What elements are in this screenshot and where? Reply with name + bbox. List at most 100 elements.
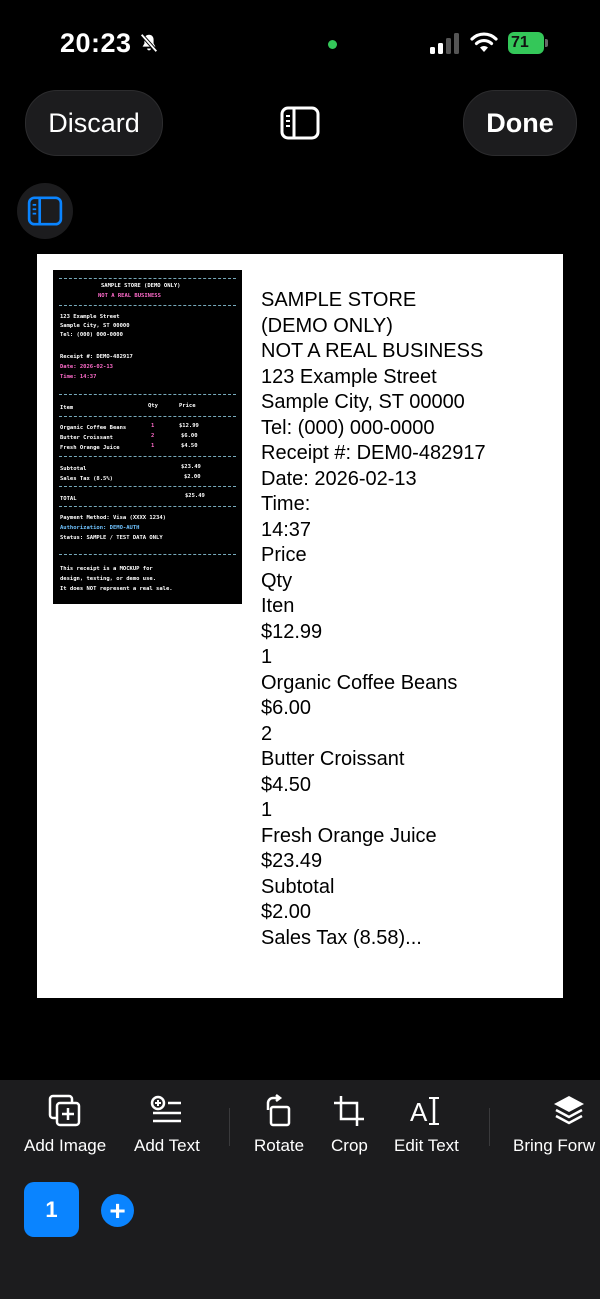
document-page[interactable]: SAMPLE STORE (DEMO ONLY) NOT A REAL BUSI…	[37, 254, 563, 998]
battery-charging-icon: 71	[508, 32, 550, 54]
receipt-item-name: Organic Coffee Beans	[60, 425, 127, 431]
thumbnail-sidebar-toggle[interactable]	[17, 183, 73, 239]
receipt-col-item: Item	[60, 405, 74, 411]
edit-text-label: Edit Text	[394, 1136, 459, 1155]
wifi-icon	[470, 32, 498, 52]
receipt-item-name: Fresh Orange Juice	[60, 445, 120, 451]
status-time: 20:23	[60, 28, 132, 58]
ocr-line: Sales Tax (8.58)...	[261, 926, 422, 949]
add-image-label: Add Image	[24, 1136, 107, 1155]
ocr-line: $2.00	[261, 901, 312, 923]
done-button[interactable]: Done	[463, 90, 577, 156]
receipt-tel: Tel: (000) 000-0000	[60, 332, 123, 338]
ocr-line: $6.00	[261, 697, 312, 719]
bottom-toolbar: Add Image Add Text Rotate Crop A Edit Te…	[0, 1080, 600, 1299]
ocr-line: $12.99	[261, 620, 323, 643]
receipt-subtotal-value: $23.49	[181, 464, 201, 470]
receipt-authorization: Authorization: DEMO-AUTH	[60, 525, 140, 531]
add-image-icon	[48, 1094, 81, 1127]
ocr-line: Organic Coffee Beans	[261, 671, 458, 694]
ocr-line: Tel: (000) 000-0000	[261, 416, 435, 439]
divider	[59, 278, 236, 279]
svg-text:A: A	[410, 1097, 428, 1127]
ocr-line: $4.50	[261, 773, 312, 796]
receipt-address1: 123 Example Street	[60, 314, 120, 320]
receipt-subtotal-label: Subtotal	[60, 466, 87, 472]
status-bar: 20:23 71	[0, 0, 600, 88]
ocr-line: NOT A REAL BUSINESS	[261, 340, 484, 362]
divider	[59, 416, 236, 417]
divider	[59, 394, 236, 395]
ocr-line: Fresh Orange Juice	[261, 824, 437, 847]
divider	[59, 554, 236, 555]
recognized-text-block[interactable]: SAMPLE STORE (DEMO ONLY) NOT A REAL BUSI…	[261, 288, 551, 951]
receipt-time: Time: 14:37	[60, 374, 97, 380]
ocr-line: $23.49	[261, 850, 323, 872]
receipt-col-qty: Qty	[148, 403, 158, 409]
ocr-line: Time:	[261, 493, 311, 515]
add-page-button[interactable]: +	[101, 1194, 134, 1227]
receipt-date: Date: 2026-02-13	[60, 364, 113, 370]
receipt-image[interactable]: SAMPLE STORE (DEMO ONLY) NOT A REAL BUSI…	[53, 270, 242, 604]
receipt-item-price: $6.00	[181, 433, 198, 439]
ocr-line: Receipt #: DEM0-482917	[261, 442, 486, 464]
cellular-signal-icon	[430, 33, 459, 54]
battery-level: 71	[511, 34, 529, 51]
receipt-item-name: Butter Croissant	[60, 435, 113, 441]
receipt-notice: NOT A REAL BUSINESS	[98, 293, 161, 299]
toolbar-separator	[229, 1108, 230, 1146]
ocr-line: Iten	[261, 595, 295, 617]
receipt-number: Receipt #: DEMO-482917	[60, 354, 133, 360]
page-thumbnail-1[interactable]: 1	[24, 1182, 79, 1237]
bell-slash-icon	[140, 33, 158, 53]
receipt-col-price: Price	[179, 403, 196, 409]
receipt-item-qty: 1	[151, 423, 155, 429]
bring-forward-label: Bring Forw	[513, 1136, 596, 1155]
divider	[59, 486, 236, 487]
receipt-payment: Payment Method: Visa (XXXX 1234)	[60, 515, 166, 521]
layers-icon	[554, 1096, 584, 1125]
divider	[59, 305, 236, 306]
receipt-store: SAMPLE STORE (DEMO ONLY)	[101, 283, 181, 289]
crop-label: Crop	[331, 1136, 368, 1155]
rotate-icon	[266, 1094, 291, 1127]
divider	[59, 506, 236, 507]
add-text-button[interactable]: Add Text	[134, 1094, 200, 1156]
rotate-button[interactable]: Rotate	[254, 1094, 304, 1156]
ocr-line: Sample City, ST 00000	[261, 391, 465, 413]
receipt-address2: Sample City, ST 00000	[60, 323, 130, 329]
sidebar-icon[interactable]	[280, 106, 320, 140]
ocr-line: Date: 2026-02-13	[261, 467, 417, 490]
ocr-line: Subtotal	[261, 875, 335, 898]
receipt-footer: design, testing, or demo use.	[60, 576, 157, 582]
ocr-line: 2	[261, 722, 273, 745]
add-text-icon	[150, 1095, 181, 1123]
bring-forward-button[interactable]: Bring Forw	[513, 1094, 595, 1156]
ocr-line: SAMPLE STORE	[261, 289, 417, 311]
receipt-total-label: TOTAL	[60, 496, 77, 502]
divider	[59, 456, 236, 457]
receipt-tax-label: Sales Tax (8.5%)	[60, 476, 113, 482]
add-text-label: Add Text	[134, 1136, 200, 1155]
receipt-item-qty: 2	[151, 433, 155, 439]
receipt-item-price: $12.99	[179, 423, 199, 429]
rotate-label: Rotate	[254, 1136, 305, 1155]
privacy-indicator-dot	[328, 40, 337, 49]
ocr-line: (DEMO ONLY)	[261, 314, 393, 337]
ocr-line: Qty	[261, 569, 293, 592]
ocr-line: Butter Croissant	[261, 748, 405, 770]
sidebar-icon	[27, 196, 63, 226]
edit-text-button[interactable]: A Edit Text	[394, 1094, 459, 1156]
ocr-line: 1	[261, 799, 273, 821]
ocr-line: 14:37	[261, 518, 312, 541]
receipt-tax-value: $2.00	[184, 474, 201, 480]
plus-icon: +	[109, 1194, 126, 1226]
crop-button[interactable]: Crop	[331, 1094, 368, 1156]
crop-icon	[334, 1096, 365, 1126]
receipt-footer: This receipt is a MOCKUP for	[60, 566, 153, 572]
ocr-line: 1	[261, 646, 273, 668]
ocr-line: 123 Example Street	[261, 365, 437, 388]
edit-text-icon: A	[410, 1097, 440, 1127]
discard-button[interactable]: Discard	[25, 90, 163, 156]
add-image-button[interactable]: Add Image	[24, 1094, 106, 1156]
